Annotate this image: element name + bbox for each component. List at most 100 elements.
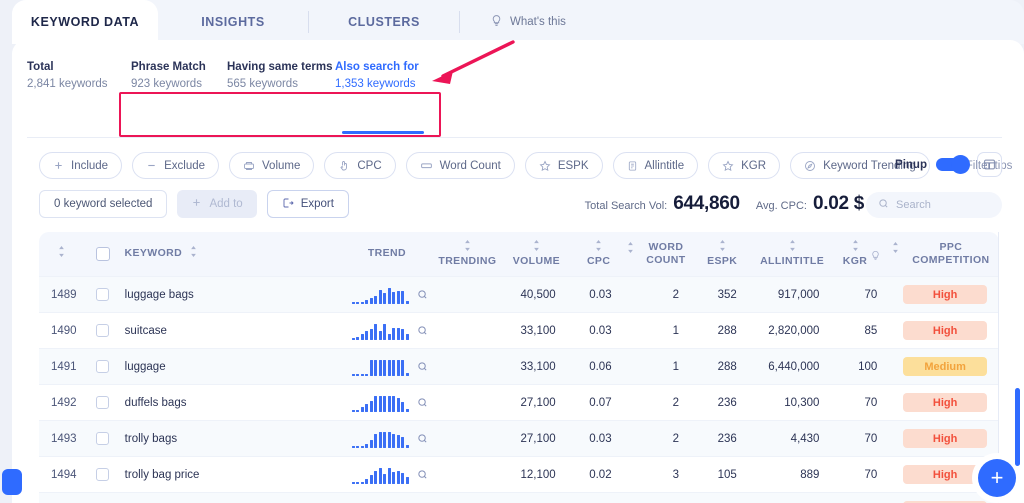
selected-count-display: 0 keyword selected	[39, 190, 168, 218]
add-fab-button[interactable]: +	[978, 459, 1016, 497]
pinup-toggle[interactable]	[936, 155, 970, 174]
row-checkbox-cell[interactable]	[87, 360, 118, 373]
table-row[interactable]: 1493 trolly bags 27,100 0.03 2 236 4,430 70 High	[39, 420, 999, 456]
table-row[interactable]: 1491 luggage 33,100 0.06 1 288 6,440,000 100 Med…	[39, 348, 999, 384]
column-header-allintitle[interactable]: ALLINTITLE	[751, 239, 833, 268]
search-icon[interactable]	[417, 361, 428, 372]
stat-value: 0.02 $	[812, 193, 864, 214]
tab-label: KEYWORD DATA	[30, 15, 140, 29]
search-icon[interactable]	[417, 469, 428, 480]
table-row[interactable]: 1495traveling bags12,1000.03210527,70070…	[39, 492, 999, 503]
allintitle-cell: 889	[800, 468, 820, 481]
vertical-scrollbar-track[interactable]	[1015, 192, 1022, 503]
volume-cell: 33,100	[520, 324, 556, 337]
keyword-cell[interactable]: luggage bags	[119, 289, 340, 301]
sort-icon	[891, 241, 900, 257]
filter-word-count-button[interactable]: Word Count	[405, 152, 515, 179]
row-checkbox-cell[interactable]	[87, 468, 118, 481]
column-label: KGR	[842, 255, 868, 267]
kgr-cell: 70	[864, 432, 878, 445]
row-checkbox[interactable]	[96, 396, 110, 409]
row-checkbox-cell[interactable]	[87, 288, 118, 301]
volume-cell: 12,100	[520, 468, 556, 481]
status-badge: High	[903, 321, 988, 340]
sort-icon	[594, 239, 603, 255]
column-header-cpc[interactable]: CPC	[571, 239, 627, 268]
add-to-button[interactable]: Add to	[177, 190, 257, 218]
row-checkbox[interactable]	[96, 288, 110, 301]
summary-title: Also search for	[335, 61, 419, 73]
column-label: KEYWORD	[124, 247, 183, 260]
row-checkbox-cell[interactable]	[87, 324, 118, 337]
keyword-cell[interactable]: luggage	[119, 361, 340, 373]
row-checkbox[interactable]	[96, 360, 110, 373]
word-count-cell: 2	[672, 396, 679, 409]
sort-icon	[57, 246, 66, 261]
filter-espk-button[interactable]: ESPK	[524, 152, 603, 179]
filter-cpc-button[interactable]: CPC	[324, 152, 396, 179]
search-input[interactable]: Search	[866, 192, 1002, 218]
column-header-trending[interactable]: TRENDING	[433, 239, 502, 268]
whats-this-link[interactable]: What's this	[460, 0, 566, 44]
espk-cell: 236	[717, 432, 737, 445]
summary-item-total[interactable]: Total 2,841 keywords	[27, 61, 131, 90]
filter-include-button[interactable]: Include	[39, 152, 123, 179]
row-checkbox[interactable]	[96, 324, 110, 337]
tab-keyword-data[interactable]: KEYWORD DATA	[12, 0, 158, 44]
column-header-ppc-competition[interactable]: PPC COMPETITION	[891, 241, 999, 267]
tab-insights[interactable]: INSIGHTS	[158, 0, 308, 44]
filter-kgr-button[interactable]: KGR	[708, 152, 781, 179]
pinup-controls: Pinup	[895, 152, 1002, 177]
keyword-cell[interactable]: suitcase	[119, 325, 340, 337]
layout-grid-icon[interactable]	[977, 152, 1002, 177]
column-header-espk[interactable]: ESPK	[693, 239, 750, 268]
keyword-cell[interactable]: trolly bag price	[119, 469, 340, 481]
filter-exclude-button[interactable]: Exclude	[132, 152, 220, 179]
keyword-table: KEYWORD TREND TRENDING VOLUME CPC WORD C…	[39, 232, 999, 503]
row-index: 1494	[51, 468, 77, 481]
allintitle-cell: 4,430	[790, 432, 820, 445]
summary-value: 1,353 keywords	[335, 78, 416, 90]
column-header-select-all[interactable]	[87, 247, 119, 261]
sort-icon	[718, 239, 727, 255]
table-row[interactable]: 1490 suitcase 33,100 0.03 1 288 2,820,000 85 Hig…	[39, 312, 999, 348]
column-header-kgr[interactable]: KGR	[833, 239, 890, 268]
keyword-cell[interactable]: trolly bags	[119, 433, 340, 445]
whats-this-label: What's this	[510, 16, 566, 28]
vertical-scrollbar-thumb[interactable]	[1015, 388, 1020, 466]
stat-label: Avg. CPC:	[755, 200, 807, 212]
column-header-word-count[interactable]: WORD COUNT	[626, 241, 693, 267]
cpc-cell: 0.07	[589, 396, 612, 409]
search-icon[interactable]	[417, 433, 428, 444]
trend-sparkline	[351, 285, 409, 304]
table-row[interactable]: 1494 trolly bag price 12,100 0.02 3 105 889 70 H…	[39, 456, 999, 492]
summary-item-also-search-for[interactable]: Also search for 1,353 keywords	[335, 61, 425, 90]
action-bar: 0 keyword selected Add to Export	[39, 190, 349, 218]
allintitle-cell: 2,820,000	[768, 324, 820, 337]
row-checkbox-cell[interactable]	[87, 432, 118, 445]
table-row[interactable]: 1489 luggage bags 40,500 0.03 2 352 917,000 70 H…	[39, 276, 999, 312]
filter-allintitle-button[interactable]: Allintitle	[612, 152, 699, 179]
search-icon[interactable]	[417, 325, 428, 336]
lightbulb-icon[interactable]	[870, 243, 881, 265]
column-header-volume[interactable]: VOLUME	[502, 239, 571, 268]
side-panel-handle[interactable]	[2, 469, 22, 495]
export-button[interactable]: Export	[266, 190, 349, 218]
summary-divider	[27, 137, 1002, 138]
row-checkbox[interactable]	[96, 468, 110, 481]
select-all-checkbox[interactable]	[95, 247, 110, 261]
tab-clusters[interactable]: CLUSTERS	[309, 0, 459, 44]
row-checkbox[interactable]	[96, 432, 110, 445]
row-checkbox-cell[interactable]	[87, 396, 118, 409]
table-header-row: KEYWORD TREND TRENDING VOLUME CPC WORD C…	[39, 232, 999, 276]
summary-item-phrase-match[interactable]: Phrase Match 923 keywords	[131, 61, 227, 90]
search-icon[interactable]	[417, 289, 428, 300]
table-row[interactable]: 1492 duffels bags 27,100 0.07 2 236 10,300 70 Hi…	[39, 384, 999, 420]
toggle-knob	[951, 155, 970, 174]
search-icon[interactable]	[417, 397, 428, 408]
keyword-cell[interactable]: duffels bags	[119, 397, 340, 409]
filter-volume-button[interactable]: Volume	[229, 152, 315, 179]
summary-item-having-same-terms[interactable]: Having same terms 565 keywords	[227, 61, 335, 90]
column-header-index[interactable]	[39, 246, 87, 261]
column-header-keyword[interactable]: KEYWORD	[119, 246, 341, 261]
